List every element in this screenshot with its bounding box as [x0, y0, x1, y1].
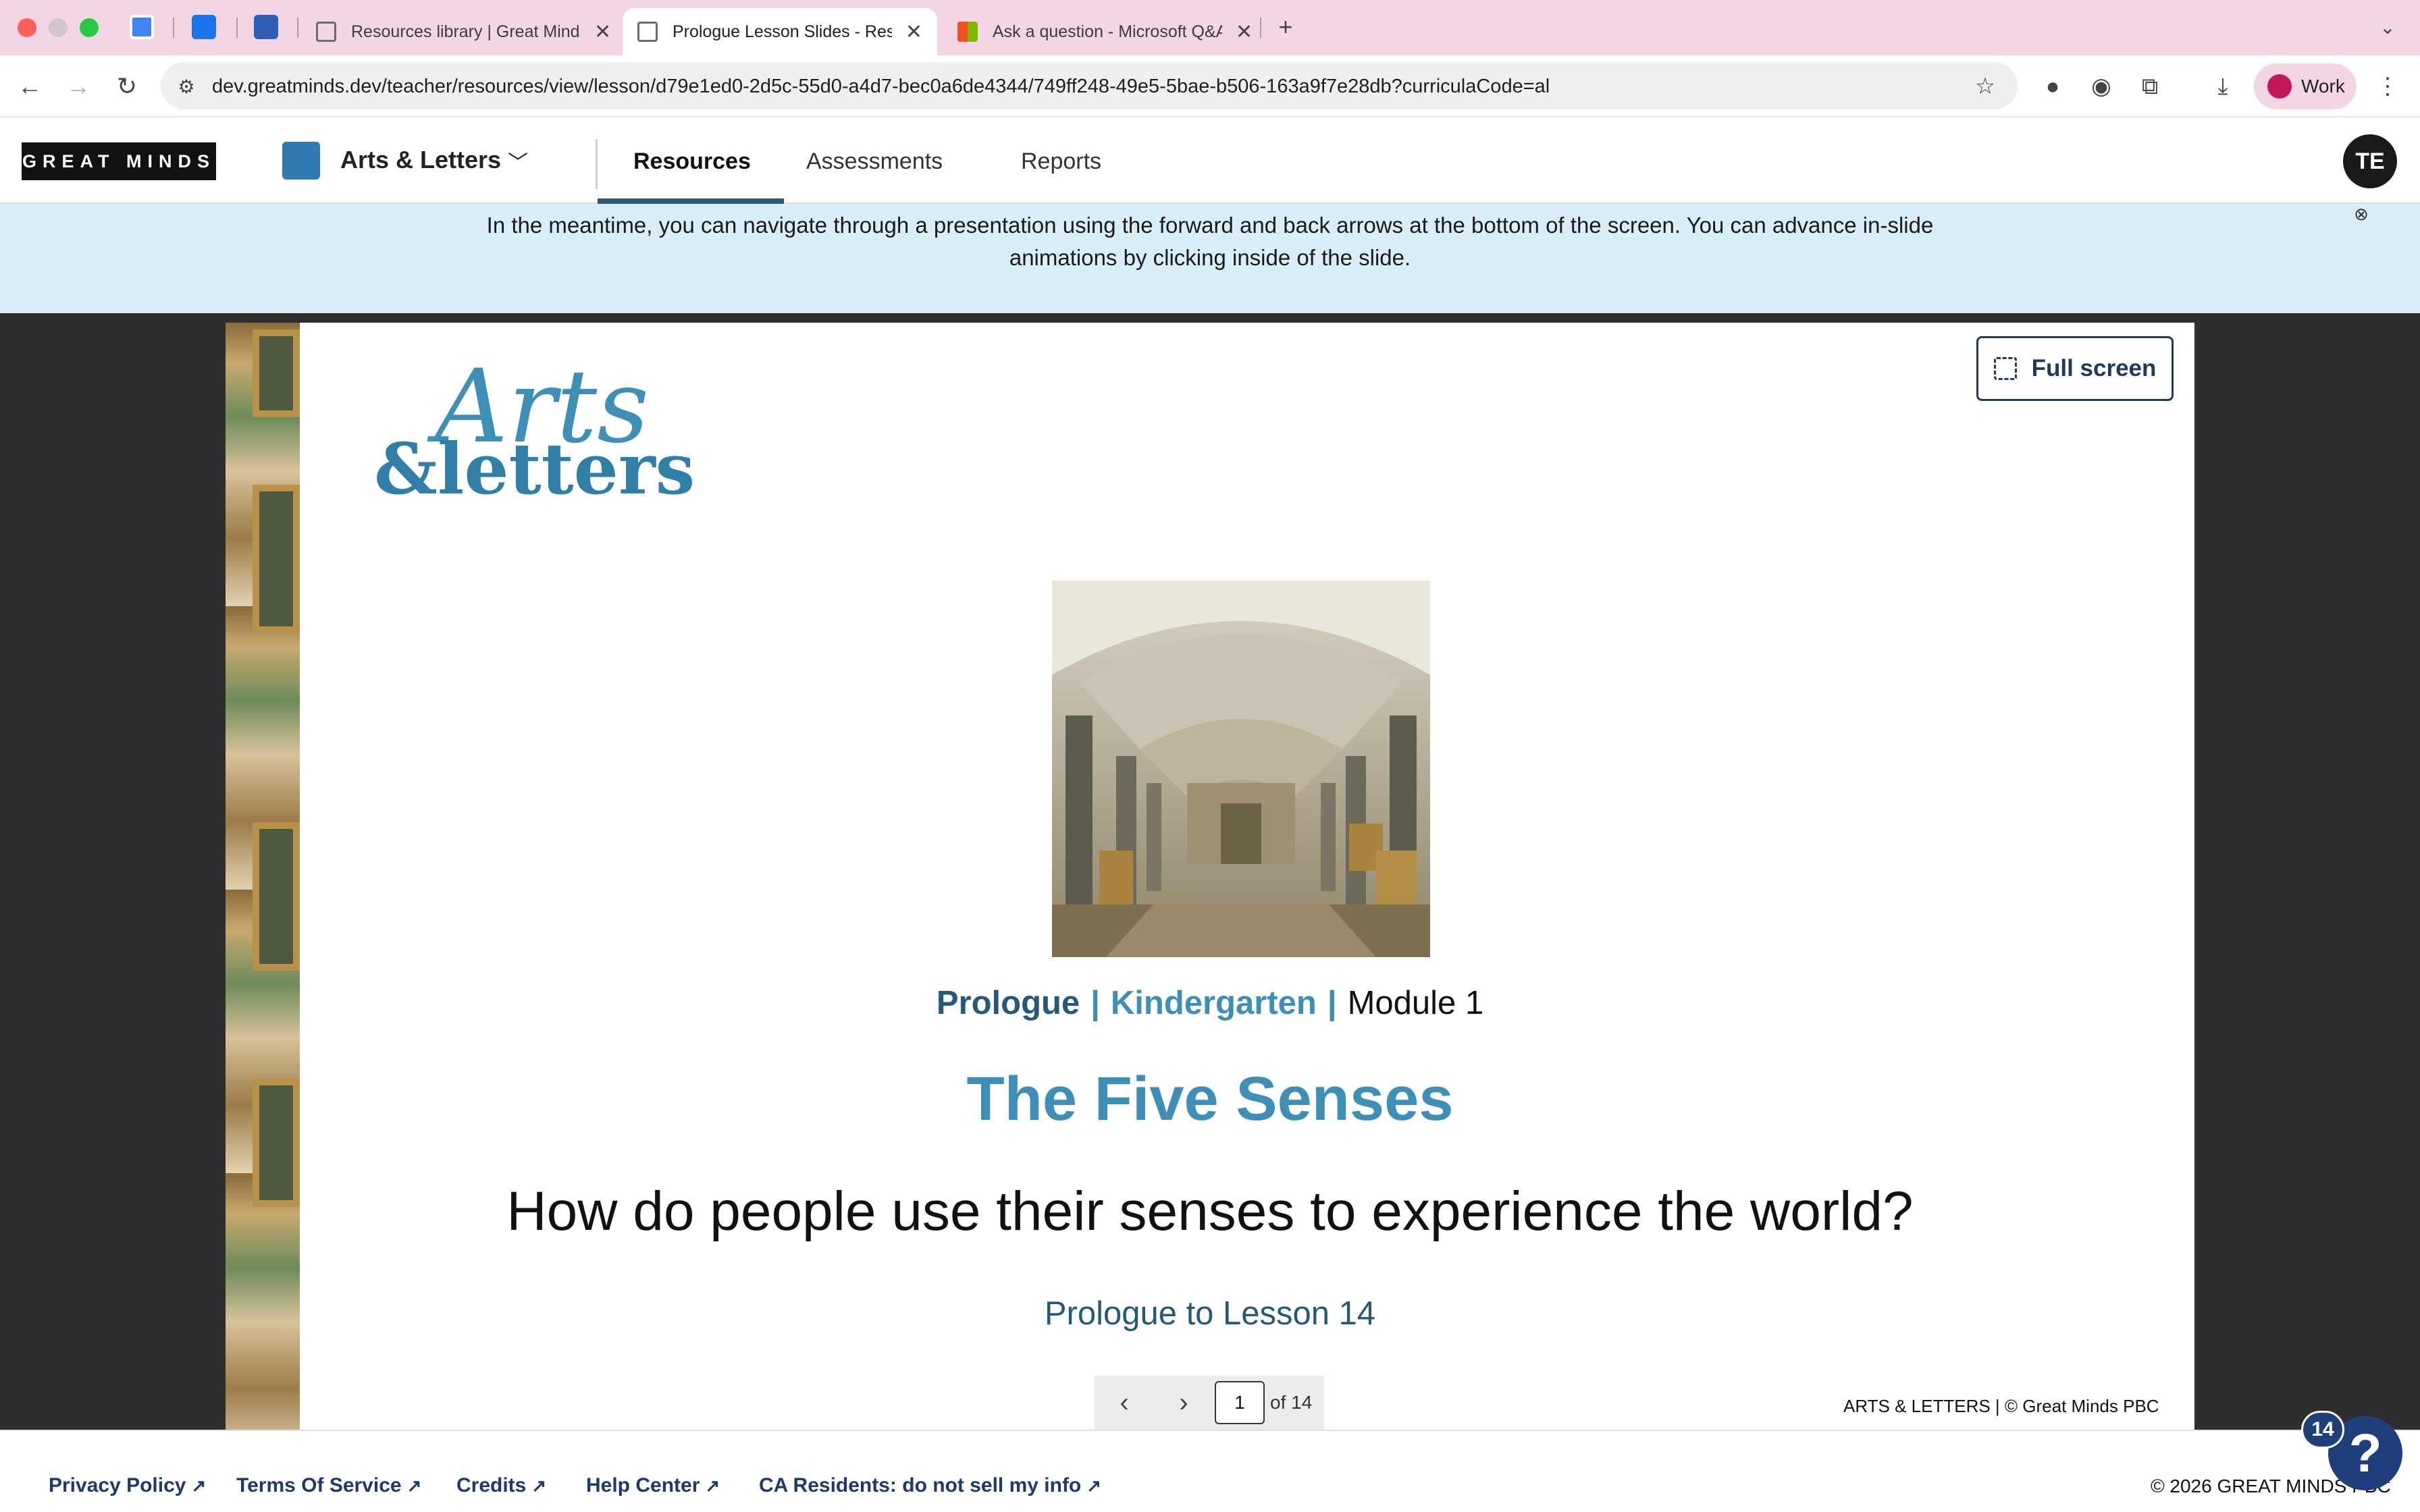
page-icon [637, 22, 658, 42]
logo-letters-text: &letters [374, 427, 695, 510]
tab-separator [1260, 18, 1261, 38]
full-screen-button[interactable]: Full screen [1976, 336, 2174, 401]
presentation-slide[interactable]: Full screen Arts &letters Prologue | Kin… [226, 323, 2194, 1430]
close-icon[interactable]: ✕ [1236, 20, 1253, 44]
footer-link-label: Credits [456, 1474, 527, 1496]
arts-letters-logo: Arts &letters [367, 356, 695, 506]
minimize-window-button[interactable] [49, 18, 68, 37]
puzzle-extensions-icon[interactable]: ⧉ [2136, 73, 2163, 100]
tab-resources-library[interactable]: Resources library | Great Minds ✕ [301, 8, 626, 55]
gallery-decorative-strip [226, 323, 300, 1430]
footer-link-label: CA Residents: do not sell my info [759, 1474, 1082, 1496]
footer-link-label: Help Center [586, 1474, 700, 1496]
external-link-icon: ↗ [531, 1476, 547, 1496]
extension-icon[interactable]: ◉ [2088, 73, 2115, 100]
url-text: dev.greatminds.dev/teacher/resources/vie… [212, 76, 1550, 97]
tab-title: Resources library | Great Minds [351, 22, 581, 41]
browser-tab-bar: Resources library | Great Minds ✕ Prolog… [0, 0, 2420, 55]
footer-link-label: Terms Of Service [236, 1474, 402, 1496]
close-banner-icon[interactable]: ⊗ [2351, 204, 2371, 224]
back-button[interactable]: ← [14, 70, 46, 103]
microsoft-icon [957, 22, 978, 42]
forward-button[interactable]: → [62, 70, 95, 103]
external-link-icon: ↗ [1086, 1476, 1102, 1496]
footer-link-ca-residents[interactable]: CA Residents: do not sell my info ↗ [759, 1474, 1101, 1497]
painting-frame [253, 822, 300, 971]
footer-link-privacy-policy[interactable]: Privacy Policy ↗ [49, 1474, 206, 1497]
slide-subtitle: Prologue | Kindergarten | Module 1 [226, 984, 2194, 1022]
nav-tab-resources[interactable]: Resources [633, 148, 751, 175]
slide-title: The Five Senses [966, 1064, 1454, 1133]
external-link-icon: ↗ [705, 1476, 720, 1496]
external-link-icon: ↗ [191, 1476, 207, 1496]
footer-link-label: Privacy Policy [49, 1474, 186, 1496]
painting-frame [253, 329, 300, 417]
tab-search-chevron-icon[interactable]: ⌄ [2371, 11, 2404, 43]
slide-pager: ‹ › 1 of 14 [1095, 1376, 1324, 1430]
active-tab-indicator [598, 198, 784, 204]
new-tab-button[interactable]: + [1269, 11, 1302, 43]
tab-title: Ask a question - Microsoft Q&A [993, 22, 1222, 41]
external-link-icon: ↗ [406, 1476, 422, 1496]
fullscreen-icon [1993, 357, 2017, 380]
arts-letters-icon[interactable] [282, 142, 320, 180]
subtitle-module: Module 1 [1347, 985, 1484, 1021]
subtitle-prologue: Prologue [936, 985, 1080, 1021]
calendar-icon[interactable] [130, 15, 154, 39]
page-icon [316, 22, 336, 42]
nav-tab-assessments[interactable]: Assessments [806, 148, 943, 175]
tab-ask-a-question[interactable]: Ask a question - Microsoft Q&A ✕ [943, 8, 1267, 55]
subtitle-separator: | [1090, 985, 1100, 1021]
calendar-grid-icon[interactable] [192, 15, 216, 39]
tab-prologue-lesson-slides[interactable]: Prologue Lesson Slides - Resources ✕ [623, 8, 937, 55]
page-total-label: of 14 [1270, 1392, 1313, 1413]
tab-separator [173, 18, 174, 38]
profile-avatar-icon [2267, 74, 2292, 99]
slide-copyright: ARTS & LETTERS | © Great Minds PBC [1843, 1396, 2159, 1416]
close-icon[interactable]: ✕ [594, 20, 611, 44]
user-avatar[interactable]: TE [2343, 134, 2397, 188]
essential-question: How do people use their senses to experi… [506, 1181, 1914, 1242]
great-minds-logo[interactable]: GREAT MINDS [22, 142, 216, 180]
footer-link-help-center[interactable]: Help Center ↗ [586, 1474, 720, 1497]
bookmark-star-icon[interactable]: ☆ [1969, 70, 2001, 103]
address-bar[interactable]: ⚙ dev.greatminds.dev/teacher/resources/v… [161, 62, 2018, 109]
full-screen-label: Full screen [2031, 355, 2157, 381]
reload-button[interactable]: ↻ [111, 70, 143, 103]
close-icon[interactable]: ✕ [905, 20, 922, 44]
cookie-extension-icon[interactable]: ● [2039, 73, 2066, 100]
footer-link-terms-of-service[interactable]: Terms Of Service ↗ [236, 1474, 421, 1497]
subtitle-separator: | [1327, 985, 1337, 1021]
header-divider [596, 139, 598, 189]
browser-toolbar: ← → ↻ ⚙ dev.greatminds.dev/teacher/resou… [0, 55, 2420, 117]
banner-text: In the meantime, you can navigate throug… [486, 213, 1934, 270]
site-settings-icon[interactable]: ⚙ [170, 70, 203, 103]
chevron-down-icon[interactable]: ﹀ [508, 146, 528, 176]
close-window-button[interactable] [18, 18, 36, 37]
tab-separator [236, 18, 238, 38]
profile-label: Work [2301, 76, 2345, 97]
info-banner: In the meantime, you can navigate throug… [0, 204, 2420, 313]
tab-title: Prologue Lesson Slides - Resources [673, 22, 892, 41]
download-icon[interactable]: ⤓ [2209, 73, 2236, 100]
profile-button[interactable]: Work [2254, 63, 2357, 109]
site-header: GREAT MINDS Arts & Letters ﹀ Resources A… [0, 119, 2420, 204]
footer-link-credits[interactable]: Credits ↗ [456, 1474, 546, 1497]
gallery-image [1052, 580, 1430, 957]
page-number-input[interactable]: 1 [1215, 1381, 1265, 1424]
next-slide-button[interactable]: › [1166, 1385, 1201, 1420]
previous-slide-button[interactable]: ‹ [1107, 1385, 1142, 1420]
help-notification-badge: 14 [2301, 1411, 2344, 1449]
site-footer: Privacy Policy ↗ Terms Of Service ↗ Credit… [0, 1430, 2420, 1512]
browser-menu-icon[interactable]: ⋮ [2374, 73, 2401, 100]
app-icon[interactable] [254, 15, 278, 39]
painting-frame [253, 485, 300, 633]
product-switcher-label[interactable]: Arts & Letters [340, 146, 501, 174]
gallery-illustration [1052, 580, 1430, 957]
tab-separator [297, 18, 298, 38]
nav-tab-reports[interactable]: Reports [1021, 148, 1101, 175]
zoom-window-button[interactable] [80, 18, 99, 37]
lesson-label: Prologue to Lesson 14 [1044, 1295, 1376, 1332]
subtitle-grade: Kindergarten [1110, 985, 1317, 1021]
